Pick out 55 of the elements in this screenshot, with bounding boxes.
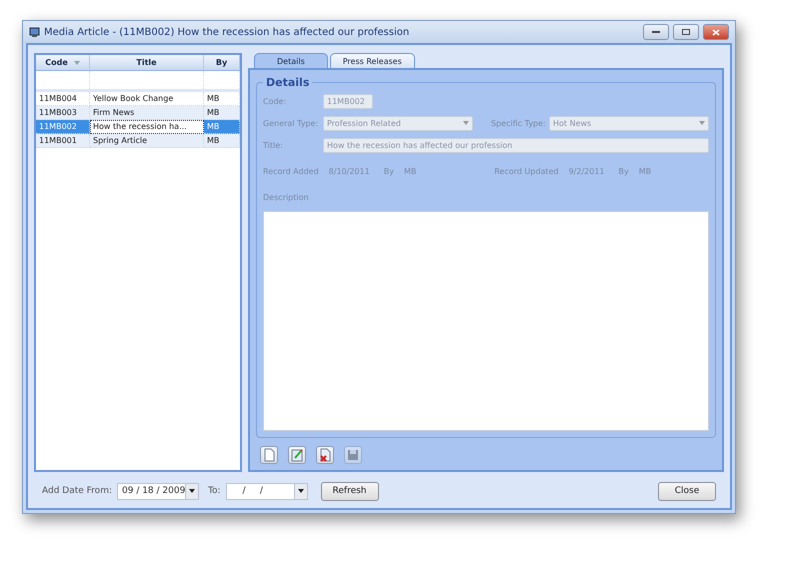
table-cell[interactable]: MB — [204, 134, 240, 148]
close-icon — [712, 28, 720, 36]
table-cell[interactable]: 11MB004 — [36, 92, 90, 106]
app-icon — [29, 26, 40, 38]
window-title: Media Article - (11MB002) How the recession has affected our profession — [44, 26, 410, 38]
field-label: Record Updated — [494, 166, 559, 176]
column-header[interactable]: By — [204, 55, 240, 71]
save-icon — [346, 448, 360, 462]
field-label: Code: — [263, 96, 288, 106]
table-cell[interactable]: MB — [204, 106, 240, 120]
minimize-icon — [652, 30, 660, 34]
field-value: MB — [404, 166, 416, 176]
delete-document-button[interactable] — [316, 446, 334, 464]
table-cell[interactable]: Spring Article — [90, 134, 204, 148]
refresh-button[interactable]: Refresh — [320, 482, 379, 500]
tab[interactable]: Press Releases — [330, 53, 415, 68]
caret-icon — [298, 489, 304, 493]
close-button[interactable]: Close — [658, 482, 716, 500]
caret-icon — [463, 121, 469, 125]
tab[interactable]: Details — [254, 53, 328, 68]
field-label: Add Date From: — [42, 486, 112, 496]
field-value: 9/2/2011 — [568, 166, 604, 176]
close-button[interactable] — [703, 24, 729, 40]
field-label: General Type: — [263, 118, 320, 128]
table-cell[interactable]: How the recession ha... — [90, 120, 204, 134]
minimize-button[interactable] — [643, 24, 669, 40]
field-label: By — [384, 166, 394, 176]
column-header[interactable]: Code — [36, 55, 90, 71]
table-cell[interactable]: Firm News — [90, 106, 204, 120]
field-label: Title: — [263, 140, 284, 150]
table-cell[interactable]: 11MB001 — [36, 134, 90, 148]
caret-icon — [189, 489, 196, 493]
field-label: Specific Type: — [491, 118, 547, 128]
description-field[interactable] — [263, 211, 709, 431]
field-value: MB — [638, 166, 652, 176]
new-document-button[interactable] — [260, 446, 278, 464]
edit-document-button[interactable] — [288, 446, 306, 464]
caret-icon — [699, 121, 705, 125]
edit-document-icon — [290, 448, 304, 462]
field-value: 8/10/2011 — [328, 166, 370, 176]
delete-document-icon — [318, 448, 332, 462]
field-label: Record Added — [263, 166, 319, 176]
to-date-field[interactable]: / / — [226, 482, 308, 500]
maximize-button[interactable] — [673, 24, 699, 40]
from-date-field[interactable]: 09 / 18 / 2009 — [117, 482, 199, 500]
column-header[interactable]: Title — [90, 55, 204, 71]
new-document-icon — [262, 448, 276, 462]
maximize-icon — [682, 29, 690, 35]
table-cell[interactable]: MB — [204, 92, 240, 106]
field-label: Description — [263, 192, 309, 202]
field-label: By — [618, 166, 629, 176]
group-title: Details — [265, 76, 310, 89]
field-label: To: — [208, 486, 221, 496]
table-cell[interactable]: Yellow Book Change — [90, 92, 204, 106]
table-cell[interactable]: 11MB003 — [36, 106, 90, 120]
